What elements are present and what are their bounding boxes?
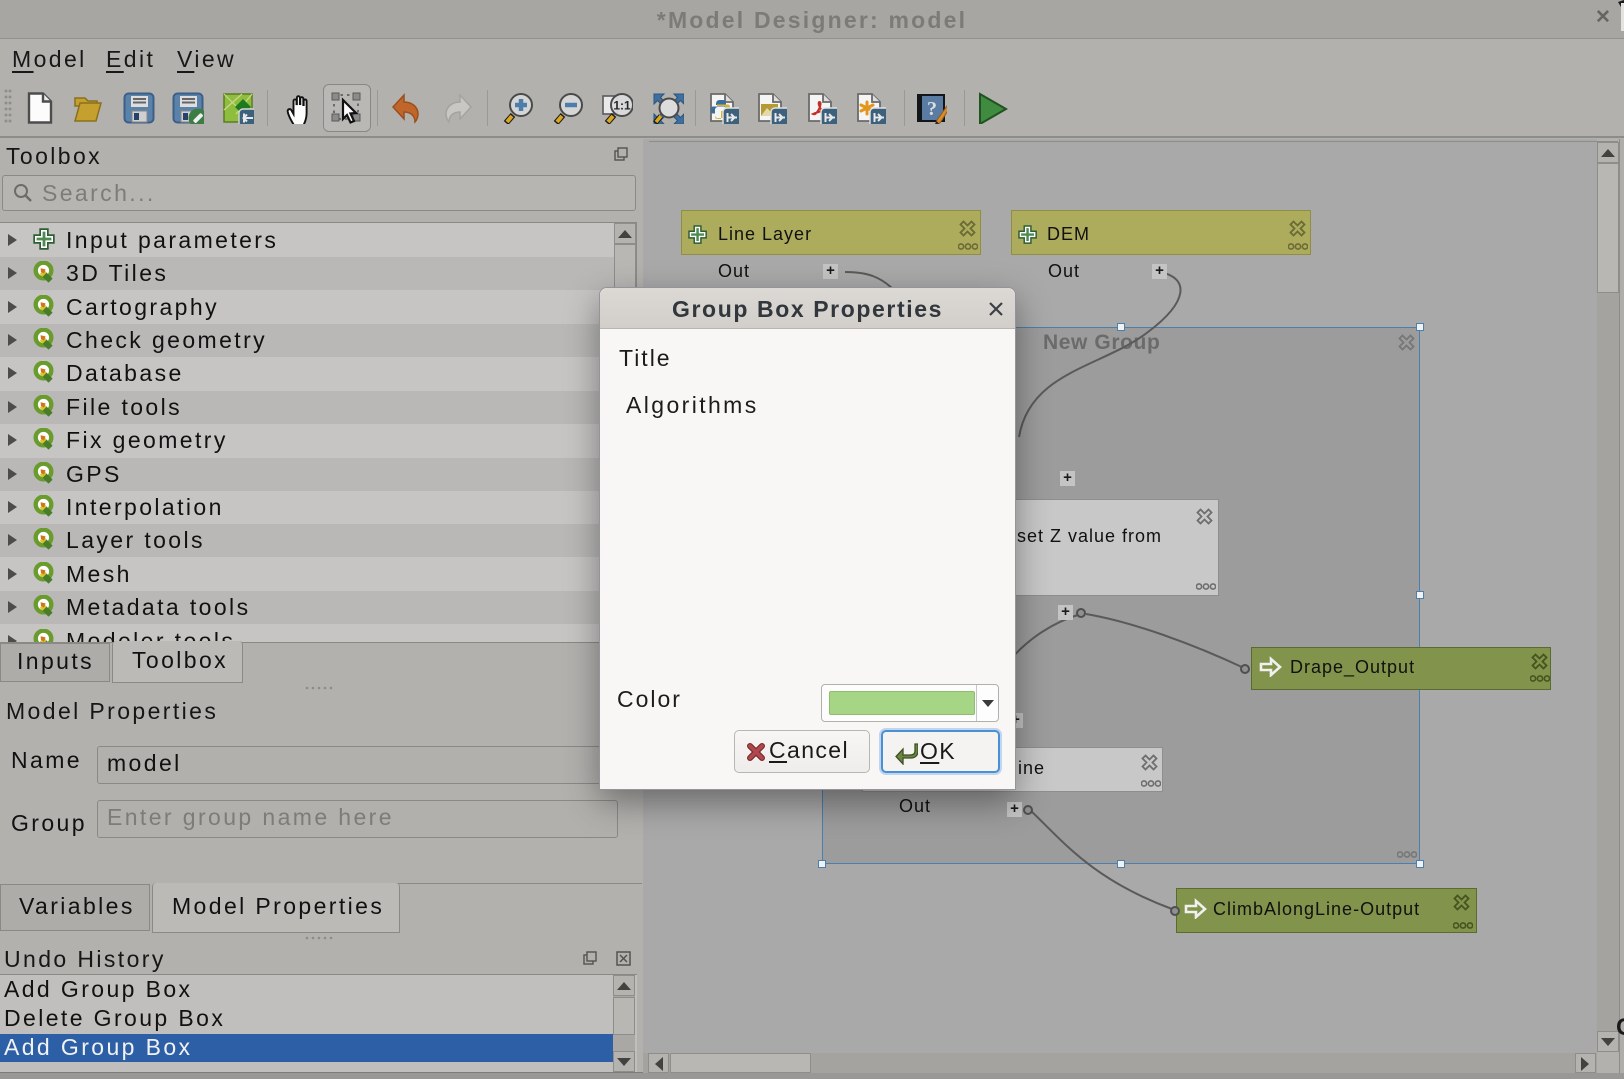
svg-text:?: ? <box>927 98 937 120</box>
svg-text:1:1: 1:1 <box>613 99 631 113</box>
